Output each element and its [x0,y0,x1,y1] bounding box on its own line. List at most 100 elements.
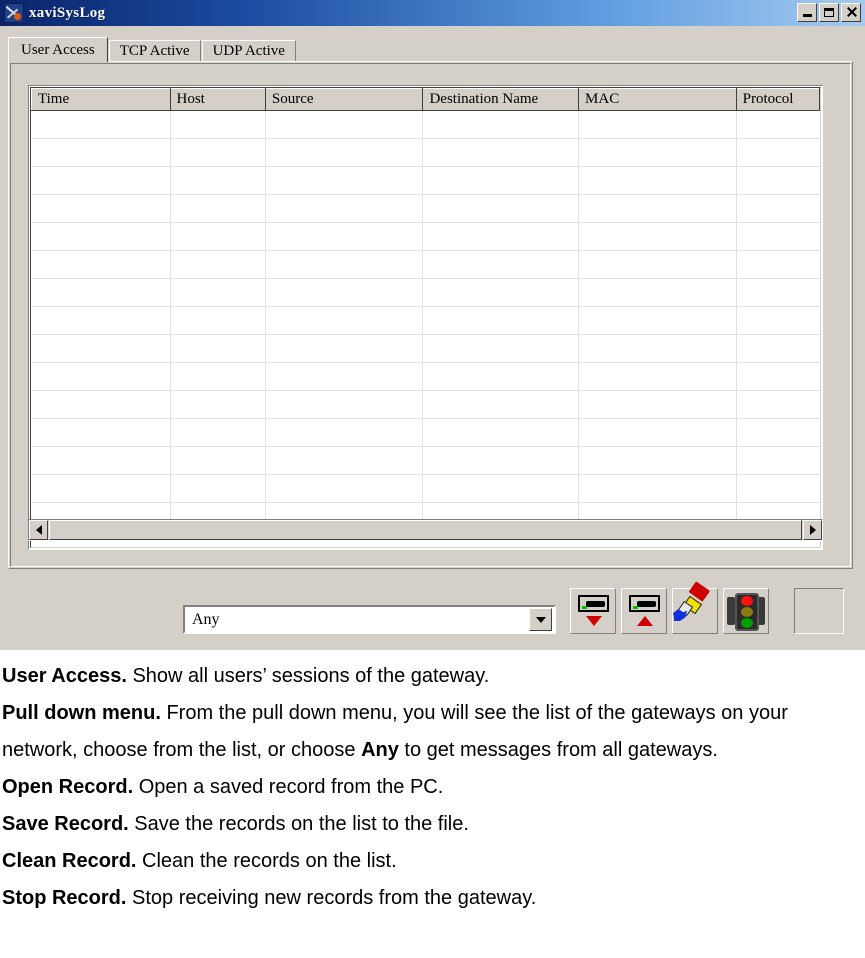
table-cell[interactable] [31,390,171,419]
gateway-filter-combobox[interactable]: Any [183,605,556,634]
scroll-left-button[interactable] [29,520,48,540]
table-cell[interactable] [265,166,424,195]
table-cell[interactable] [265,278,424,307]
table-cell[interactable] [170,166,266,195]
table-cell[interactable] [578,474,737,503]
table-cell[interactable] [170,474,266,503]
table-row[interactable] [31,194,820,223]
table-row[interactable] [31,278,820,307]
open-record-button[interactable] [570,588,616,634]
table-row[interactable] [31,446,820,475]
tab-tcp-active[interactable]: TCP Active [108,40,201,62]
table-row[interactable] [31,166,820,195]
table-cell[interactable] [31,222,171,251]
table-row[interactable] [31,418,820,447]
table-cell[interactable] [422,446,580,475]
table-cell[interactable] [422,138,580,167]
table-cell[interactable] [578,334,737,363]
table-cell[interactable] [170,110,266,139]
table-cell[interactable] [265,446,424,475]
stop-record-button[interactable] [723,588,769,634]
table-row[interactable] [31,222,820,251]
table-cell[interactable] [578,166,737,195]
table-cell[interactable] [31,418,171,447]
table-cell[interactable] [170,334,266,363]
table-cell[interactable] [422,306,580,335]
table-cell[interactable] [31,166,171,195]
table-cell[interactable] [422,334,580,363]
table-cell[interactable] [578,250,737,279]
table-cell[interactable] [265,390,424,419]
table-cell[interactable] [736,334,820,363]
table-row[interactable] [31,390,820,419]
table-cell[interactable] [170,418,266,447]
table-cell[interactable] [422,166,580,195]
tab-user-access[interactable]: User Access [8,37,108,62]
table-cell[interactable] [31,446,171,475]
gateway-filter-dropdown-button[interactable] [529,608,552,631]
table-cell[interactable] [31,110,171,139]
table-row[interactable] [31,110,820,139]
table-cell[interactable] [736,194,820,223]
scrollbar-track[interactable] [49,520,802,540]
table-cell[interactable] [170,362,266,391]
table-cell[interactable] [170,222,266,251]
table-cell[interactable] [422,418,580,447]
title-bar[interactable]: xaviSysLog [0,0,865,26]
table-cell[interactable] [170,446,266,475]
table-row[interactable] [31,474,820,503]
table-cell[interactable] [736,278,820,307]
table-cell[interactable] [736,474,820,503]
table-cell[interactable] [578,446,737,475]
table-cell[interactable] [265,334,424,363]
table-cell[interactable] [170,390,266,419]
table-cell[interactable] [170,306,266,335]
table-cell[interactable] [736,138,820,167]
maximize-button[interactable] [819,3,839,22]
minimize-button[interactable] [797,3,817,22]
table-row[interactable] [31,362,820,391]
table-cell[interactable] [578,418,737,447]
table-cell[interactable] [265,418,424,447]
clean-record-button[interactable] [672,581,718,634]
table-cell[interactable] [31,362,171,391]
table-cell[interactable] [170,250,266,279]
table-cell[interactable] [578,138,737,167]
table-cell[interactable] [578,278,737,307]
column-header-protocol[interactable]: Protocol [735,88,820,111]
column-header-time[interactable]: Time [31,88,171,111]
table-cell[interactable] [170,138,266,167]
table-cell[interactable] [578,362,737,391]
table-cell[interactable] [31,334,171,363]
table-cell[interactable] [265,138,424,167]
table-cell[interactable] [422,362,580,391]
save-record-button[interactable] [621,588,667,634]
table-cell[interactable] [170,194,266,223]
table-cell[interactable] [31,278,171,307]
table-cell[interactable] [736,362,820,391]
table-cell[interactable] [736,418,820,447]
table-cell[interactable] [736,110,820,139]
close-button[interactable] [841,3,861,22]
grid-horizontal-scrollbar[interactable] [28,519,823,541]
table-cell[interactable] [265,306,424,335]
table-cell[interactable] [422,194,580,223]
table-row[interactable] [31,334,820,363]
table-cell[interactable] [736,390,820,419]
scroll-right-button[interactable] [803,520,822,540]
table-cell[interactable] [422,250,580,279]
table-cell[interactable] [578,390,737,419]
table-cell[interactable] [31,194,171,223]
table-cell[interactable] [170,278,266,307]
table-row[interactable] [31,138,820,167]
tab-udp-active[interactable]: UDP Active [201,40,296,62]
table-cell[interactable] [578,110,737,139]
table-row[interactable] [31,306,820,335]
table-cell[interactable] [736,250,820,279]
table-cell[interactable] [265,222,424,251]
table-cell[interactable] [578,306,737,335]
table-cell[interactable] [736,446,820,475]
table-cell[interactable] [578,194,737,223]
table-cell[interactable] [736,306,820,335]
table-cell[interactable] [422,110,580,139]
